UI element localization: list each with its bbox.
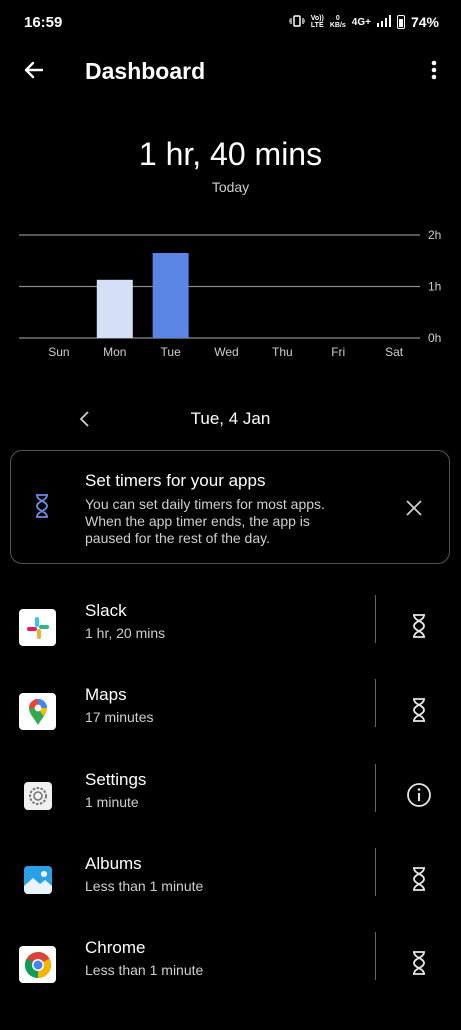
app-name: Maps <box>85 685 127 704</box>
network-speed: 0 KB/s <box>329 15 346 29</box>
app-name: Albums <box>85 854 142 873</box>
set-timer-button[interactable] <box>405 696 433 724</box>
usage-bar-chart: 0h 1h 2h Sun Mon Tue Wed Thu Fri Sat <box>19 228 441 359</box>
y-tick-label: 1h <box>428 280 441 294</box>
app-row-settings[interactable]: Settings 1 minute <box>0 764 461 862</box>
app-usage-time: Less than 1 minute <box>85 962 204 978</box>
page-title: Dashboard <box>85 58 206 84</box>
signal-icon <box>376 14 391 30</box>
arrow-left-icon <box>24 61 44 79</box>
app-row-albums[interactable]: Albums Less than 1 minute <box>0 848 461 946</box>
divider <box>375 848 376 896</box>
hourglass-icon <box>34 494 50 518</box>
hourglass-icon <box>413 951 425 975</box>
bar-mon[interactable] <box>96 279 133 338</box>
x-tick-label-sun[interactable]: Sun <box>48 345 69 359</box>
vibrate-icon <box>288 14 306 30</box>
app-usage-time: Less than 1 minute <box>85 878 204 894</box>
total-usage: 1 hr, 40 mins <box>138 136 323 172</box>
hourglass-icon <box>413 614 425 638</box>
battery-icon <box>396 15 405 29</box>
albums-icon <box>24 866 52 894</box>
set-timer-button[interactable] <box>405 949 433 977</box>
divider <box>375 679 376 727</box>
status-icons: Vo)) LTE 0 KB/s 4G+ 74% <box>288 14 439 30</box>
bar-tue[interactable] <box>152 253 189 338</box>
slack-icon <box>19 609 56 646</box>
close-icon <box>406 500 422 516</box>
x-tick-label-wed[interactable]: Wed <box>214 345 238 359</box>
app-row-slack[interactable]: Slack 1 hr, 20 mins <box>0 595 461 693</box>
back-button[interactable] <box>22 58 46 82</box>
x-tick-label-thu[interactable]: Thu <box>272 345 293 359</box>
set-timer-button[interactable] <box>405 612 433 640</box>
selected-date: Tue, 4 Jan <box>190 409 271 428</box>
battery-level: 74% <box>410 14 439 30</box>
divider <box>375 932 376 980</box>
divider <box>375 595 376 643</box>
y-tick-label: 2h <box>428 228 441 242</box>
status-time: 16:59 <box>24 14 63 31</box>
app-row-chrome[interactable]: Chrome Less than 1 minute <box>0 932 461 1030</box>
y-tick-label: 0h <box>428 331 441 345</box>
x-tick-label-tue[interactable]: Tue <box>161 345 182 359</box>
app-name: Slack <box>85 601 127 620</box>
info-icon <box>407 783 431 807</box>
set-timer-button[interactable] <box>405 865 433 893</box>
close-tip-button[interactable] <box>404 498 424 518</box>
more-vertical-icon <box>431 60 437 80</box>
x-tick-label-sat[interactable]: Sat <box>385 345 404 359</box>
app-usage-time: 1 minute <box>85 794 139 810</box>
more-options-button[interactable] <box>424 58 444 82</box>
volte-indicator: Vo)) LTE <box>310 15 324 29</box>
chrome-icon <box>19 946 56 983</box>
x-tick-label-fri[interactable]: Fri <box>331 345 345 359</box>
divider <box>375 764 376 812</box>
app-usage-time: 17 minutes <box>85 709 154 725</box>
app-info-button[interactable] <box>405 781 433 809</box>
app-name: Chrome <box>85 938 146 957</box>
app-name: Settings <box>85 770 147 789</box>
network-type: 4G+ <box>351 16 371 28</box>
timer-tip-title: Set timers for your apps <box>85 471 266 490</box>
settings-icon <box>24 782 52 810</box>
hourglass-icon <box>413 867 425 891</box>
app-row-maps[interactable]: Maps 17 minutes <box>0 679 461 777</box>
x-tick-label-mon[interactable]: Mon <box>103 345 126 359</box>
app-usage-time: 1 hr, 20 mins <box>85 625 166 641</box>
usage-period: Today <box>211 179 250 195</box>
timer-tip-body: You can set daily timers for most apps. … <box>85 496 325 546</box>
maps-icon <box>19 693 56 730</box>
hourglass-icon <box>413 698 425 722</box>
